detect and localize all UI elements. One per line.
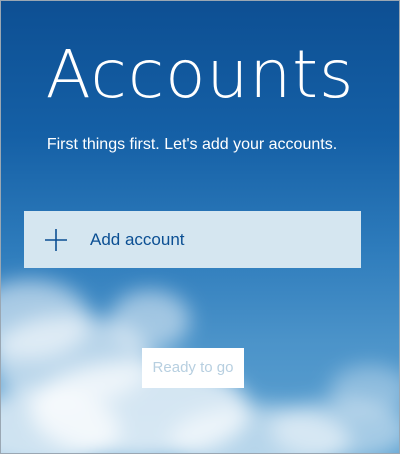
- add-account-label: Add account: [90, 230, 185, 249]
- accounts-setup-screen: Accounts First things first. Let's add y…: [0, 0, 400, 454]
- ready-to-go-button[interactable]: Ready to go: [142, 348, 244, 388]
- page-subtitle: First things first. Let's add your accou…: [46, 136, 338, 153]
- add-account-button[interactable]: Add account: [24, 211, 361, 268]
- page-title: Accounts: [45, 36, 355, 113]
- plus-icon: [45, 229, 67, 251]
